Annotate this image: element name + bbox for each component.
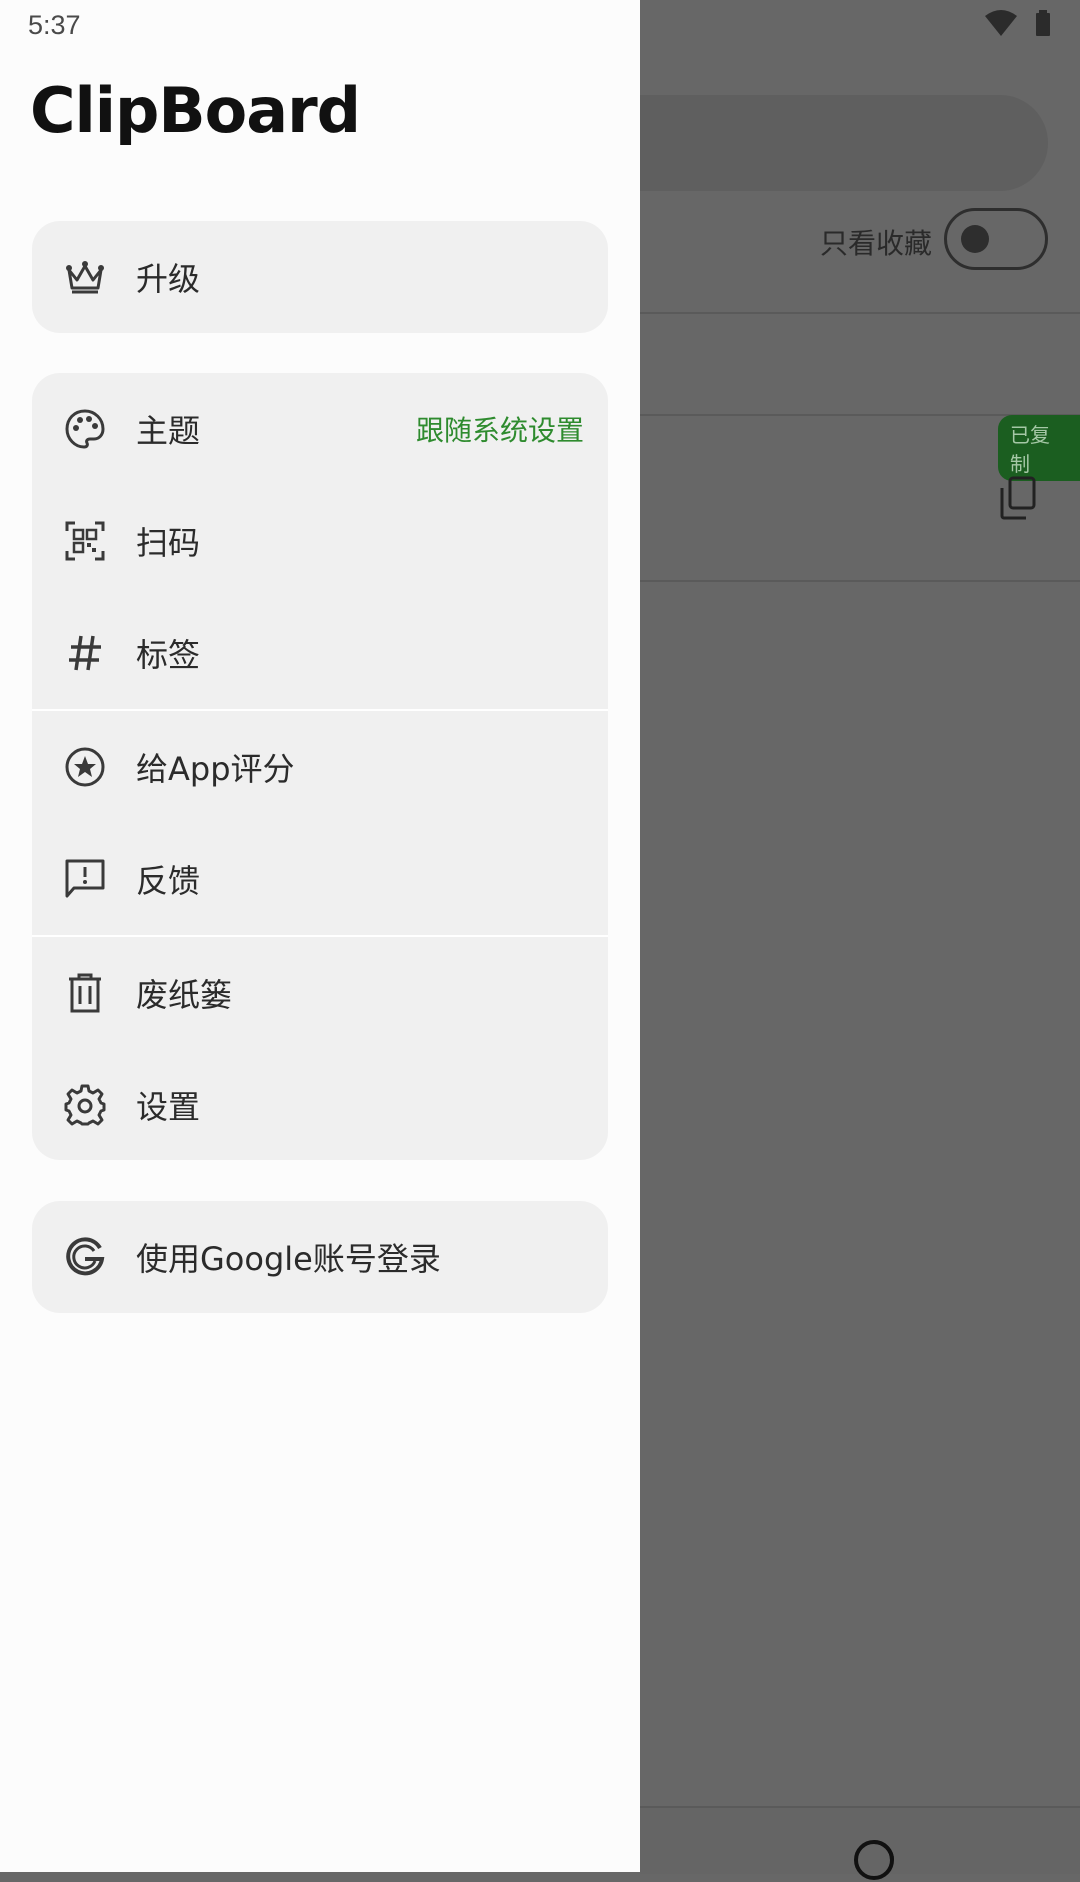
menu-item-label: 给App评分 [136, 750, 295, 788]
menu-item-trash[interactable]: 废纸篓 [32, 937, 608, 1049]
copied-badge: 已复制 [998, 415, 1080, 481]
upgrade-card: 升级 [32, 221, 608, 333]
menu-item-label: 标签 [136, 636, 201, 674]
feedback-icon [64, 858, 106, 900]
menu-item-label: 废纸篓 [136, 976, 233, 1014]
google-login-label: 使用Google账号登录 [136, 1240, 441, 1278]
crown-icon [64, 256, 106, 298]
hashtag-icon [64, 632, 106, 674]
divider [640, 580, 1080, 582]
battery-icon [1036, 10, 1050, 36]
favorites-only-label: 只看收藏 [820, 227, 933, 260]
trash-icon [64, 972, 106, 1014]
menu-item-feedback[interactable]: 反馈 [32, 823, 608, 935]
menu-item-scan[interactable]: 扫码 [32, 485, 608, 597]
menu-item-label: 扫码 [136, 524, 201, 562]
app-title: ClipBoard [30, 74, 361, 147]
menu-item-tags[interactable]: 标签 [32, 597, 608, 709]
menu-item-label: 设置 [136, 1088, 201, 1126]
favorites-only-toggle [944, 208, 1048, 270]
upgrade-button[interactable]: 升级 [32, 221, 608, 333]
google-icon [64, 1236, 106, 1278]
theme-value: 跟随系统设置 [415, 414, 584, 447]
copy-icon [1000, 476, 1036, 520]
menu-item-label: 反馈 [136, 862, 201, 900]
navigation-drawer: 5:37 ClipBoard 升级 主题 跟随系统设置 扫码 标签 给App评分… [0, 0, 640, 1872]
google-login-button[interactable]: 使用Google账号登录 [32, 1201, 608, 1313]
menu-card: 主题 跟随系统设置 扫码 标签 给App评分 反馈 废纸篓 设置 [32, 373, 608, 1160]
status-icons [985, 10, 1051, 36]
refresh-icon [854, 1840, 894, 1880]
toggle-knob [961, 225, 989, 253]
qr-scan-icon [64, 520, 106, 562]
star-circle-icon [64, 746, 106, 788]
google-login-card: 使用Google账号登录 [32, 1201, 608, 1313]
palette-icon [64, 408, 106, 450]
gear-icon [64, 1084, 106, 1126]
divider [640, 312, 1080, 314]
wifi-icon [985, 10, 1017, 36]
upgrade-label: 升级 [136, 260, 201, 298]
menu-item-label: 主题 [136, 412, 201, 450]
status-time: 5:37 [28, 10, 81, 40]
menu-item-rate-app[interactable]: 给App评分 [32, 711, 608, 823]
menu-item-theme[interactable]: 主题 跟随系统设置 [32, 373, 608, 485]
menu-item-settings[interactable]: 设置 [32, 1049, 608, 1160]
